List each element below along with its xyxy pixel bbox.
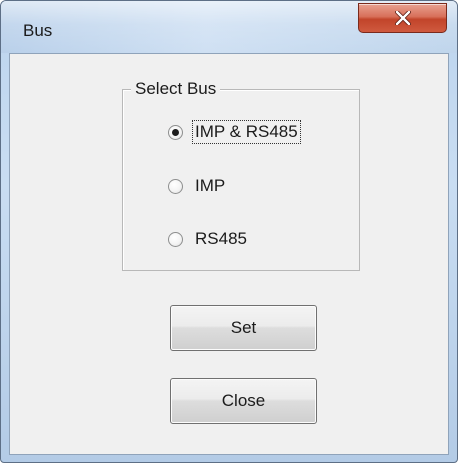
radio-option-imp[interactable]: IMP <box>168 175 227 197</box>
radio-button-unselected[interactable] <box>168 178 183 194</box>
close-button[interactable]: Close <box>170 378 317 424</box>
close-x-icon <box>394 11 411 25</box>
select-bus-groupbox: Select Bus IMP & RS485 IMP RS485 <box>122 79 360 271</box>
set-button[interactable]: Set <box>170 305 317 351</box>
radio-label-rs485: RS485 <box>195 229 247 248</box>
radio-label-imp-rs485: IMP & RS485 <box>192 120 301 144</box>
window-title: Bus <box>23 21 53 40</box>
bus-dialog-window: Bus Select Bus IMP & RS485 IMP RS485 Set… <box>0 0 458 463</box>
dialog-client-area: Select Bus IMP & RS485 IMP RS485 Set Clo… <box>9 53 449 455</box>
groupbox-legend: Select Bus <box>131 79 221 99</box>
window-close-button[interactable] <box>358 3 447 33</box>
title-bar[interactable]: Bus <box>1 1 457 53</box>
radio-option-imp-rs485[interactable]: IMP & RS485 <box>168 120 301 144</box>
radio-button-unselected[interactable] <box>168 231 183 247</box>
radio-button-selected[interactable] <box>168 124 183 140</box>
radio-label-imp: IMP <box>195 176 226 195</box>
radio-option-rs485[interactable]: RS485 <box>168 228 249 250</box>
